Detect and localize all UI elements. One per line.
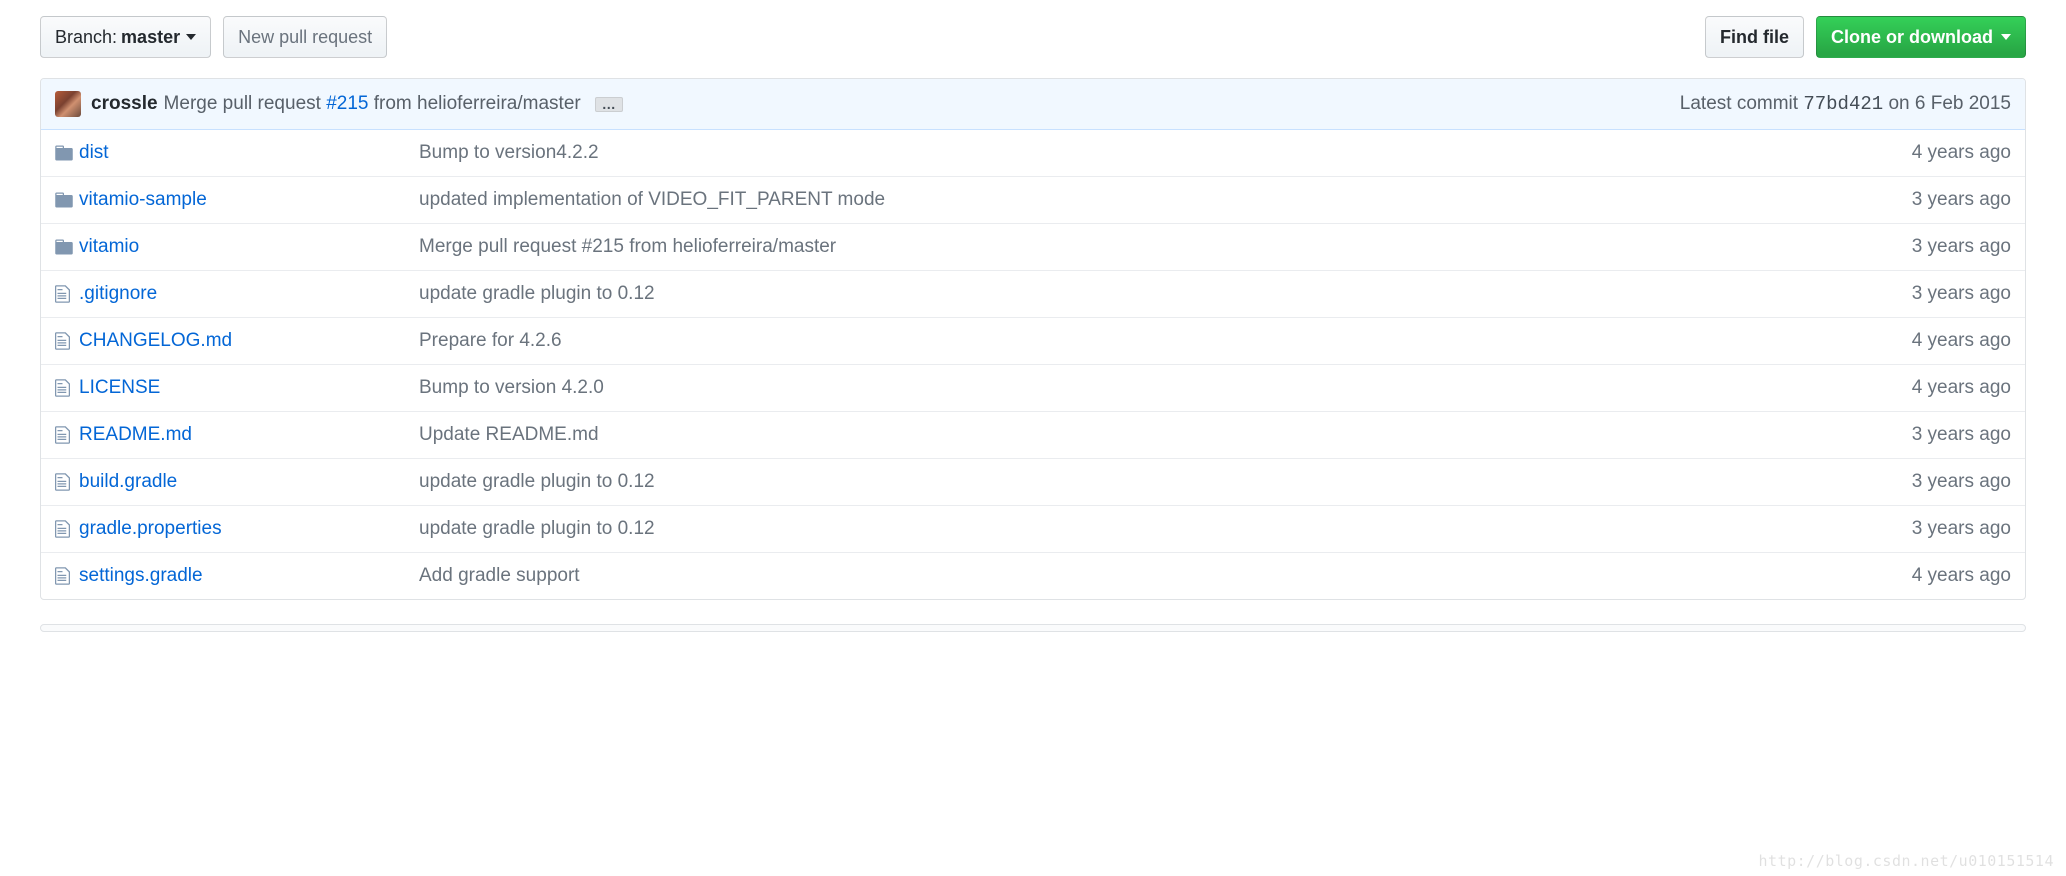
file-age-cell: 3 years ago — [1912, 518, 2011, 540]
file-age-cell: 4 years ago — [1912, 377, 2011, 399]
file-icon — [55, 472, 79, 492]
latest-commit-label: Latest commit — [1680, 93, 1804, 114]
find-file-button[interactable]: Find file — [1705, 16, 1804, 58]
commit-message-cell[interactable]: update gradle plugin to 0.12 — [419, 518, 1912, 540]
commit-message-cell[interactable]: Prepare for 4.2.6 — [419, 330, 1912, 352]
table-row: CHANGELOG.md Prepare for 4.2.64 years ago — [41, 317, 2025, 364]
file-list: distBump to version4.2.24 years agovitam… — [41, 130, 2025, 599]
file-link[interactable]: README.md — [79, 424, 192, 445]
table-row: build.gradle update gradle plugin to 0.12… — [41, 458, 2025, 505]
commit-author[interactable]: crossle — [91, 93, 158, 115]
file-icon — [55, 284, 79, 304]
commit-message-cell[interactable]: Bump to version 4.2.0 — [419, 377, 1912, 399]
file-name-cell: dist — [79, 142, 419, 164]
file-link[interactable]: LICENSE — [79, 377, 160, 398]
file-link[interactable]: settings.gradle — [79, 565, 203, 586]
file-name-cell: README.md — [79, 424, 419, 446]
file-icon — [55, 519, 79, 539]
file-name-cell: .gitignore — [79, 283, 419, 305]
pr-link[interactable]: #215 — [326, 93, 368, 114]
new-pull-request-button[interactable]: New pull request — [223, 16, 387, 58]
folder-icon — [55, 143, 79, 163]
file-icon — [55, 566, 79, 586]
file-name-cell: vitamio-sample — [79, 189, 419, 211]
readme-box-top — [40, 624, 2026, 632]
file-age-cell: 3 years ago — [1912, 283, 2011, 305]
folder-icon — [55, 190, 79, 210]
commit-message-cell[interactable]: Add gradle support — [419, 565, 1912, 587]
commit-message-cell[interactable]: update gradle plugin to 0.12 — [419, 471, 1912, 493]
file-name-cell: gradle.properties — [79, 518, 419, 540]
caret-down-icon — [2001, 34, 2011, 40]
repo-toolbar: Branch: master New pull request Find fil… — [40, 16, 2026, 58]
file-icon — [55, 378, 79, 398]
table-row: dist Bump to version4.2.24 years ago — [41, 130, 2025, 176]
file-link[interactable]: CHANGELOG.md — [79, 330, 232, 351]
table-row: README.md Update README.md3 years ago — [41, 411, 2025, 458]
table-row: settings.gradle Add gradle support4 years… — [41, 552, 2025, 599]
table-row: gradle.properties update gradle plugin to… — [41, 505, 2025, 552]
file-name-cell: build.gradle — [79, 471, 419, 493]
file-age-cell: 4 years ago — [1912, 330, 2011, 352]
commit-message-cell[interactable]: updated implementation of VIDEO_FIT_PARE… — [419, 189, 1912, 211]
table-row: vitamio Merge pull request #215 from heli… — [41, 223, 2025, 270]
folder-icon — [55, 237, 79, 257]
file-name-cell: LICENSE — [79, 377, 419, 399]
file-icon — [55, 331, 79, 351]
expand-commit-button[interactable]: … — [595, 97, 623, 112]
table-row: vitamio-sample updated implementation of … — [41, 176, 2025, 223]
file-link[interactable]: vitamio — [79, 236, 139, 257]
file-age-cell: 3 years ago — [1912, 236, 2011, 258]
table-row: .gitignore update gradle plugin to 0.123 … — [41, 270, 2025, 317]
avatar[interactable] — [55, 91, 81, 117]
file-age-cell: 3 years ago — [1912, 471, 2011, 493]
file-link[interactable]: build.gradle — [79, 471, 177, 492]
file-list-container: crossle Merge pull request #215 from hel… — [40, 78, 2026, 600]
file-link[interactable]: gradle.properties — [79, 518, 222, 539]
caret-down-icon — [186, 34, 196, 40]
file-name-cell: vitamio — [79, 236, 419, 258]
file-icon — [55, 425, 79, 445]
file-link[interactable]: .gitignore — [79, 283, 157, 304]
branch-select-button[interactable]: Branch: master — [40, 16, 211, 58]
commit-sha[interactable]: 77bd421 — [1803, 93, 1883, 115]
commit-meta: Latest commit 77bd421 on 6 Feb 2015 — [1680, 93, 2011, 115]
clone-download-button[interactable]: Clone or download — [1816, 16, 2026, 58]
commit-date: on 6 Feb 2015 — [1883, 93, 2011, 114]
branch-name: master — [121, 25, 180, 49]
commit-message-cell[interactable]: Merge pull request #215 from helioferrei… — [419, 236, 1912, 258]
file-link[interactable]: dist — [79, 142, 109, 163]
file-name-cell: settings.gradle — [79, 565, 419, 587]
commit-message-cell[interactable]: Bump to version4.2.2 — [419, 142, 1912, 164]
latest-commit-bar: crossle Merge pull request #215 from hel… — [41, 79, 2025, 130]
file-age-cell: 3 years ago — [1912, 424, 2011, 446]
file-name-cell: CHANGELOG.md — [79, 330, 419, 352]
branch-prefix: Branch: — [55, 25, 117, 49]
file-age-cell: 4 years ago — [1912, 565, 2011, 587]
watermark: http://blog.csdn.net/u010151514 — [1759, 852, 2054, 870]
clone-label: Clone or download — [1831, 25, 1993, 49]
commit-message-cell[interactable]: update gradle plugin to 0.12 — [419, 283, 1912, 305]
file-age-cell: 4 years ago — [1912, 142, 2011, 164]
table-row: LICENSE Bump to version 4.2.04 years ago — [41, 364, 2025, 411]
file-link[interactable]: vitamio-sample — [79, 189, 207, 210]
file-age-cell: 3 years ago — [1912, 189, 2011, 211]
commit-message-cell[interactable]: Update README.md — [419, 424, 1912, 446]
commit-title[interactable]: Merge pull request #215 from helioferrei… — [164, 93, 581, 115]
